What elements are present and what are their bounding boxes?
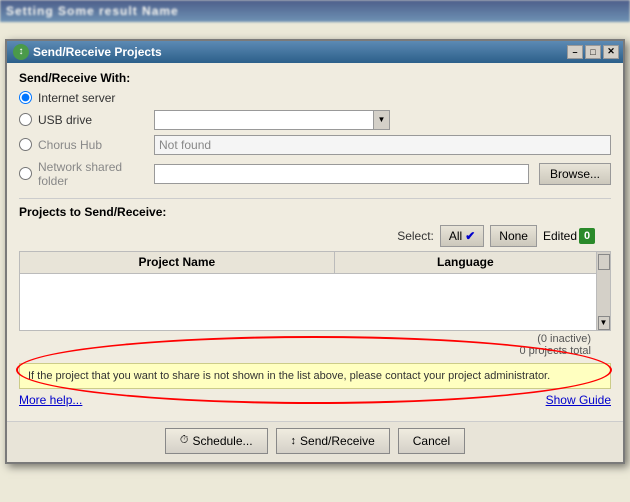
info-box: If the project that you want to share is…: [19, 363, 611, 389]
col-language: Language: [335, 252, 596, 273]
radio-internet-label: Internet server: [38, 91, 148, 105]
minimize-button[interactable]: –: [567, 45, 583, 59]
send-receive-label: Send/Receive: [300, 434, 375, 448]
dialog-content: Send/Receive With: Internet server USB d…: [7, 63, 623, 421]
info-message: If the project that you want to share is…: [28, 370, 550, 382]
radio-internet[interactable]: [19, 91, 32, 104]
schedule-button[interactable]: ⏱ Schedule...: [165, 428, 268, 454]
select-label: Select:: [397, 229, 434, 243]
radio-network-label: Network shared folder: [38, 160, 148, 188]
scrollbar-bottom-arrow[interactable]: ▼: [598, 316, 610, 330]
schedule-label: Schedule...: [192, 434, 252, 448]
select-none-button[interactable]: None: [490, 225, 537, 247]
usb-dropdown-field[interactable]: [154, 110, 374, 130]
select-row: Select: All ✔ None Edited 0: [19, 225, 611, 247]
radio-row-usb: USB drive ▼: [19, 110, 611, 130]
maximize-button[interactable]: □: [585, 45, 601, 59]
edited-badge: Edited 0: [543, 225, 595, 247]
titlebar-controls: – □ ✕: [567, 45, 619, 59]
radio-usb-label: USB drive: [38, 113, 148, 127]
radio-row-internet: Internet server: [19, 91, 611, 105]
scrollbar-thumb: [598, 254, 610, 270]
button-bar: ⏱ Schedule... ↕ Send/Receive Cancel: [7, 421, 623, 462]
inactive-info: (0 inactive) 0 projects total: [19, 331, 611, 357]
edited-count: 0: [579, 228, 595, 244]
dialog-icon: ↕: [13, 44, 29, 60]
check-icon: ✔: [465, 229, 475, 243]
usb-dropdown-arrow[interactable]: ▼: [374, 110, 390, 130]
radio-network[interactable]: [19, 167, 32, 180]
radio-chorus-label: Chorus Hub: [38, 138, 148, 152]
select-all-button[interactable]: All ✔: [440, 225, 484, 247]
dialog-titlebar: ↕ Send/Receive Projects – □ ✕: [7, 41, 623, 63]
dialog-title: Send/Receive Projects: [33, 45, 162, 59]
inactive-count: (0 inactive): [19, 333, 591, 345]
send-receive-dialog: ↕ Send/Receive Projects – □ ✕ Send/Recei…: [5, 39, 625, 464]
table-header: Project Name Language: [20, 252, 610, 274]
radio-usb[interactable]: [19, 113, 32, 126]
background-title: Setting Some result Name: [0, 0, 630, 22]
radio-row-chorus: Chorus Hub: [19, 135, 611, 155]
more-help-link[interactable]: More help...: [19, 393, 82, 407]
projects-table: Project Name Language ▼: [19, 251, 611, 331]
browse-button[interactable]: Browse...: [539, 163, 611, 185]
send-receive-icon: ↕: [291, 435, 297, 447]
radio-group: Internet server USB drive ▼ Chorus Hub: [19, 91, 611, 188]
chorus-hub-field: [154, 135, 611, 155]
send-receive-with-label: Send/Receive With:: [19, 71, 611, 85]
radio-row-network: Network shared folder Browse...: [19, 160, 611, 188]
total-info: 0 projects total: [19, 345, 591, 357]
radio-chorus[interactable]: [19, 138, 32, 151]
help-row: More help... Show Guide: [19, 393, 611, 407]
schedule-icon: ⏱: [180, 434, 189, 447]
send-receive-button[interactable]: ↕ Send/Receive: [276, 428, 390, 454]
close-button[interactable]: ✕: [603, 45, 619, 59]
projects-label: Projects to Send/Receive:: [19, 205, 611, 219]
show-guide-link[interactable]: Show Guide: [546, 393, 611, 407]
usb-dropdown-wrap: ▼: [154, 110, 390, 130]
col-project-name: Project Name: [20, 252, 335, 273]
table-scrollbar[interactable]: ▼: [596, 252, 610, 330]
edited-label: Edited: [543, 229, 577, 243]
cancel-button[interactable]: Cancel: [398, 428, 465, 454]
select-all-label: All: [449, 229, 462, 243]
network-folder-field[interactable]: [154, 164, 529, 184]
divider: [19, 198, 611, 199]
